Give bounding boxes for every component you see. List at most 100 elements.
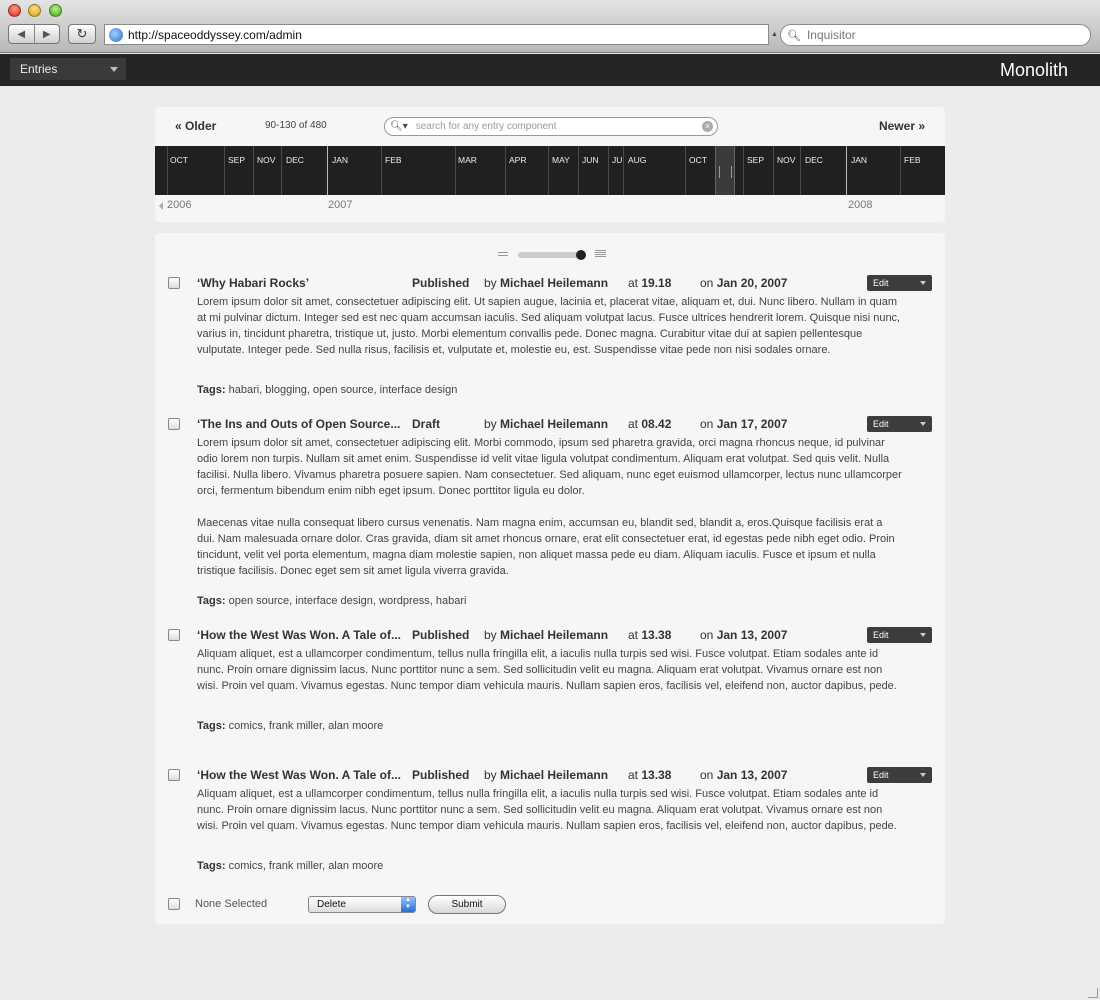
timeline-strip[interactable]: OCT SEP NOV DEC JAN FEB MAR APR MAY JUN … [155, 146, 945, 195]
timeline-left-arrow-icon[interactable] [159, 202, 163, 210]
minimize-window-button[interactable] [28, 4, 41, 17]
entry-range: 90-130 of 480 [265, 120, 327, 131]
timeline-year: 2007 [328, 199, 353, 211]
entry-row: ‘The Ins and Outs of Open Source... Draf… [155, 416, 945, 617]
density-slider[interactable] [498, 250, 606, 260]
browser-search-field[interactable]: 🔍︎ Inquisitor [780, 24, 1091, 46]
timeline-month: SEP [228, 155, 246, 165]
entry-title[interactable]: ‘How the West Was Won. A Tale of... [197, 628, 401, 642]
edit-label: Edit [873, 278, 889, 288]
date-value: Jan 20, 2007 [716, 276, 788, 290]
timeline-month: JUN [582, 155, 599, 165]
edit-label: Edit [873, 770, 889, 780]
entry-checkbox[interactable] [168, 769, 180, 781]
timeline-month: APR [509, 155, 527, 165]
date-value: Jan 17, 2007 [716, 417, 788, 431]
chevron-down-icon [920, 773, 926, 777]
forward-button[interactable]: ▶ [33, 25, 60, 43]
search-icon: 🔍︎▾ [390, 121, 408, 132]
tags-label: Tags: [197, 860, 226, 872]
entry-tags: Tags: habari, blogging, open source, int… [197, 384, 457, 396]
entry-time: at 19.18 [628, 276, 671, 290]
zoom-window-button[interactable] [49, 4, 62, 17]
entry-time: at 08.42 [628, 417, 671, 431]
window-resize-handle[interactable] [1088, 988, 1098, 998]
entry-title[interactable]: ‘The Ins and Outs of Open Source... [197, 417, 400, 431]
submit-button[interactable]: Submit [428, 895, 506, 914]
at-label: at [628, 417, 639, 431]
reload-button[interactable]: ↻ [68, 24, 96, 44]
select-stepper-icon: ▲ ▼ [401, 897, 415, 912]
forward-arrow-icon: ▶ [42, 28, 51, 40]
by-label: by [484, 276, 497, 290]
entry-body: Lorem ipsum dolor sit amet, consectetuer… [197, 294, 902, 358]
compact-view-icon [498, 252, 508, 253]
select-all-checkbox[interactable] [168, 898, 180, 910]
entry-author: by Michael Heilemann [484, 276, 608, 290]
search-icon: 🔍︎ [787, 29, 801, 42]
timeline-month: OCT [689, 155, 707, 165]
author-name: Michael Heilemann [500, 276, 609, 290]
edit-label: Edit [873, 630, 889, 640]
split-handle-icon[interactable]: ▲ [771, 31, 778, 38]
at-label: at [628, 276, 639, 290]
entry-status: Published [412, 276, 470, 290]
entry-date: on Jan 13, 2007 [700, 768, 787, 782]
edit-button[interactable]: Edit [867, 275, 932, 291]
chevron-down-icon [920, 281, 926, 285]
entry-row: ‘How the West Was Won. A Tale of... Publ… [155, 767, 945, 883]
density-slider-knob[interactable] [576, 250, 586, 260]
tags-label: Tags: [197, 720, 226, 732]
entry-row: ‘Why Habari Rocks’ Published by Michael … [155, 275, 945, 406]
entry-title[interactable]: ‘How the West Was Won. A Tale of... [197, 768, 401, 782]
timeline-month: NOV [257, 155, 276, 165]
edit-button[interactable]: Edit [867, 416, 932, 432]
entry-tags: Tags: comics, frank miller, alan moore [197, 860, 383, 872]
entry-time: at 13.38 [628, 628, 671, 642]
timeline-month: JUL [612, 155, 622, 165]
entry-paragraph: Aliquam aliquet, est a ullamcorper condi… [197, 788, 897, 832]
entry-search-input[interactable]: 🔍︎▾ search for any entry component × [384, 117, 718, 136]
timeline-month: DEC [805, 155, 823, 165]
address-bar[interactable]: http://spaceoddyssey.com/admin [104, 24, 769, 45]
entry-title[interactable]: ‘Why Habari Rocks’ [197, 276, 309, 290]
tags-list: open source, interface design, wordpress… [228, 595, 467, 607]
by-label: by [484, 768, 497, 782]
time-value: 19.18 [641, 276, 672, 290]
entry-search-placeholder: search for any entry component [415, 121, 557, 132]
older-link[interactable]: « Older [175, 119, 216, 133]
bulk-action-select[interactable]: Delete ▲ ▼ [308, 896, 416, 913]
close-window-button[interactable] [8, 4, 21, 17]
app-header: Entries Monolith [0, 54, 1100, 86]
entry-checkbox[interactable] [168, 277, 180, 289]
entry-date: on Jan 17, 2007 [700, 417, 787, 431]
back-button[interactable]: ◀ [9, 25, 34, 43]
entry-checkbox[interactable] [168, 629, 180, 641]
entry-author: by Michael Heilemann [484, 628, 608, 642]
timeline-range-handle[interactable] [715, 146, 735, 195]
browser-search-placeholder: Inquisitor [806, 28, 856, 42]
edit-button[interactable]: Edit [867, 767, 932, 783]
section-select[interactable]: Entries [10, 58, 126, 80]
back-arrow-icon: ◀ [17, 28, 26, 40]
date-value: Jan 13, 2007 [716, 628, 788, 642]
url-text: http://spaceoddyssey.com/admin [128, 27, 302, 42]
time-value: 08.42 [641, 417, 672, 431]
globe-icon [109, 27, 123, 42]
entry-paragraph: Lorem ipsum dolor sit amet, consectetuer… [197, 296, 901, 356]
expanded-view-icon [595, 250, 606, 251]
entry-checkbox[interactable] [168, 418, 180, 430]
edit-button[interactable]: Edit [867, 627, 932, 643]
entry-body: Aliquam aliquet, est a ullamcorper condi… [197, 786, 902, 834]
on-label: on [700, 768, 714, 782]
tags-list: comics, frank miller, alan moore [228, 720, 384, 732]
timeline-month: FEB [385, 155, 402, 165]
entry-paragraph: Aliquam aliquet, est a ullamcorper condi… [197, 648, 897, 692]
entry-tags: Tags: open source, interface design, wor… [197, 595, 466, 607]
timeline-month: OCT [170, 155, 188, 165]
site-brand: Monolith [999, 60, 1068, 80]
time-value: 13.38 [641, 628, 672, 642]
newer-link[interactable]: Newer » [879, 119, 925, 133]
clear-search-icon[interactable]: × [702, 121, 713, 132]
entry-status: Draft [412, 417, 441, 431]
